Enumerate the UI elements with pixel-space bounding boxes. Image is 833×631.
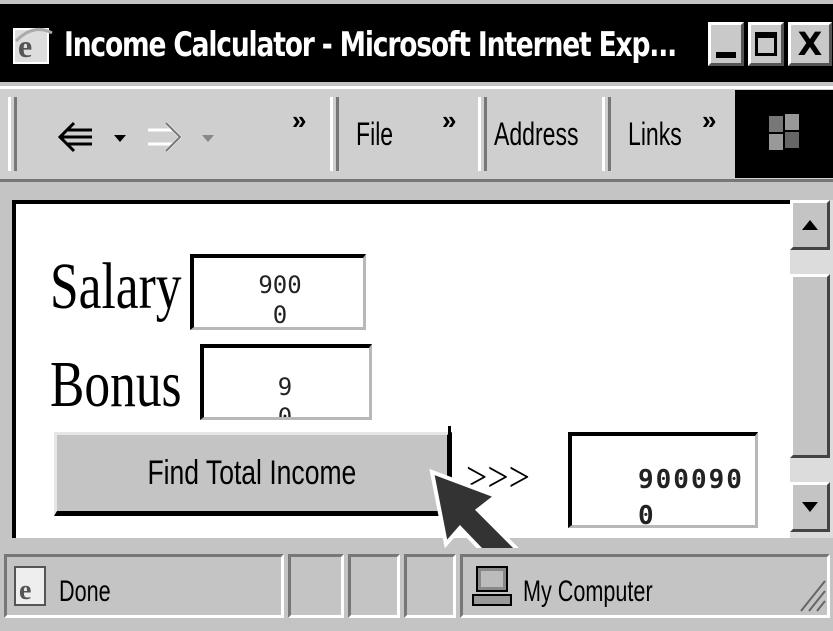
minimize-icon bbox=[716, 52, 736, 58]
my-computer-icon bbox=[472, 566, 512, 606]
find-total-income-button[interactable]: Find Total Income bbox=[54, 432, 452, 516]
toolbar-grip[interactable] bbox=[602, 97, 611, 171]
resize-grip-icon[interactable] bbox=[797, 577, 827, 613]
svg-text:e: e bbox=[19, 575, 31, 606]
ie-page-done-icon: e bbox=[14, 566, 46, 606]
browser-window: e Income Calculator - Microsoft Internet… bbox=[0, 0, 833, 631]
status-panel-main: e Done bbox=[4, 554, 284, 618]
vertical-scrollbar[interactable] bbox=[790, 200, 833, 538]
windows-logo-icon bbox=[735, 90, 833, 178]
status-zone-panel: My Computer bbox=[460, 554, 830, 618]
scrollbar-thumb[interactable] bbox=[790, 274, 830, 458]
page-viewport: Salary 9000 Bonus 90 Find Total Income >… bbox=[12, 200, 790, 538]
window-title: Income Calculator - Microsoft Internet E… bbox=[64, 25, 677, 65]
close-icon: X bbox=[797, 25, 823, 63]
bonus-input[interactable]: 90 bbox=[200, 344, 372, 420]
back-dropdown-icon[interactable] bbox=[112, 133, 128, 143]
links-label[interactable]: Links bbox=[628, 109, 682, 159]
salary-label: Salary bbox=[50, 250, 182, 323]
title-bar[interactable]: e Income Calculator - Microsoft Internet… bbox=[0, 4, 833, 82]
bonus-label: Bonus bbox=[50, 348, 182, 421]
status-bar: e Done My Computer bbox=[0, 548, 833, 631]
status-panel bbox=[288, 554, 344, 618]
toolbar-more-chevron-icon[interactable]: » bbox=[292, 105, 306, 136]
scroll-down-arrow-icon bbox=[802, 502, 818, 512]
maximize-icon bbox=[755, 32, 777, 56]
toolbar-grip[interactable] bbox=[478, 97, 487, 171]
find-total-income-button-label: Find Total Income bbox=[147, 453, 357, 492]
close-button[interactable]: X bbox=[788, 22, 832, 66]
links-more-chevron-icon[interactable]: » bbox=[702, 105, 716, 136]
scroll-up-button[interactable] bbox=[790, 200, 830, 250]
toolbar-grip[interactable] bbox=[330, 97, 339, 171]
status-panel bbox=[404, 554, 456, 618]
maximize-button[interactable] bbox=[748, 22, 784, 66]
minimize-button[interactable] bbox=[708, 22, 744, 66]
scroll-up-arrow-icon bbox=[802, 220, 818, 230]
salary-input[interactable]: 9000 bbox=[190, 254, 366, 330]
menu-more-chevron-icon[interactable]: » bbox=[442, 105, 456, 136]
address-label[interactable]: Address bbox=[494, 109, 579, 159]
content-frame: Salary 9000 Bonus 90 Find Total Income >… bbox=[0, 190, 833, 583]
salary-input-value: 9000 bbox=[258, 271, 302, 329]
status-text: Done bbox=[59, 575, 111, 608]
bonus-input-value: 90 bbox=[277, 373, 293, 420]
forward-arrow-icon[interactable] bbox=[144, 119, 184, 155]
forward-dropdown-icon[interactable] bbox=[200, 133, 216, 143]
toolbar: » File » Address Links » bbox=[0, 86, 833, 182]
zone-text: My Computer bbox=[523, 575, 653, 608]
menu-file[interactable]: File bbox=[356, 109, 393, 159]
back-arrow-icon[interactable] bbox=[56, 119, 96, 155]
scroll-down-button[interactable] bbox=[790, 482, 830, 532]
ie-page-icon: e bbox=[13, 27, 53, 64]
total-income-value: 9000900 bbox=[638, 465, 744, 528]
total-income-output[interactable]: 9000900 bbox=[568, 432, 758, 528]
status-panel bbox=[348, 554, 400, 618]
toolbar-grip[interactable] bbox=[8, 97, 17, 171]
